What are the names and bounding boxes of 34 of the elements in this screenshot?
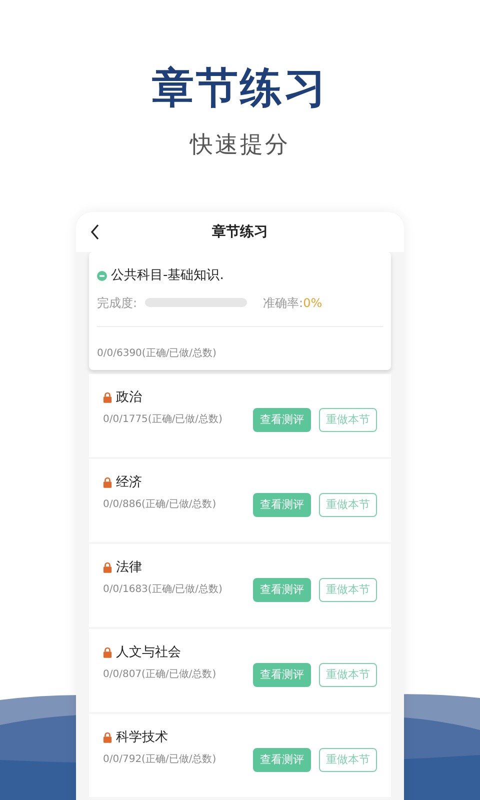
accuracy-label: 准确率:: [263, 294, 304, 312]
screen-title: 章节练习: [212, 222, 268, 242]
subtitle: 快速提分: [188, 131, 291, 160]
section-row[interactable]: 经济 0/0/886(正确/已做/总数) 查看测评 重做本节: [89, 459, 391, 542]
back-icon[interactable]: [90, 224, 100, 240]
view-results-button[interactable]: 查看测评: [253, 662, 311, 686]
accuracy-value: 0%: [303, 294, 322, 312]
section-name: 人文与社会: [116, 644, 181, 662]
view-results-button[interactable]: 查看测评: [253, 748, 311, 772]
section-name: 政治: [116, 389, 142, 407]
section-name: 经济: [116, 474, 142, 492]
headline: 章节练习: [151, 62, 329, 114]
section-row[interactable]: 科学技术 0/0/792(正确/已做/总数) 查看测评 重做本节: [89, 714, 391, 797]
view-results-button[interactable]: 查看测评: [253, 492, 311, 516]
redo-button[interactable]: 重做本节: [319, 408, 377, 432]
view-results-button[interactable]: 查看测评: [253, 578, 311, 602]
section-row[interactable]: 政治 0/0/1775(正确/已做/总数) 查看测评 重做本节: [89, 374, 391, 457]
redo-button[interactable]: 重做本节: [319, 492, 377, 516]
section-name: 法律: [116, 559, 142, 577]
section-stats: 0/0/807(正确/已做/总数): [103, 668, 216, 682]
section-stats: 0/0/792(正确/已做/总数): [103, 752, 216, 767]
summary-stats: 0/0/6390(正确/已做/总数): [97, 348, 216, 358]
section-stats: 0/0/1775(正确/已做/总数): [103, 412, 222, 427]
redo-button[interactable]: 重做本节: [319, 578, 377, 602]
section-row[interactable]: 人文与社会 0/0/807(正确/已做/总数) 查看测评 重做本节: [89, 629, 391, 712]
redo-button[interactable]: 重做本节: [319, 662, 377, 686]
section-stats: 0/0/886(正确/已做/总数): [103, 498, 216, 512]
summary-title: 公共科目-基础知识.: [111, 267, 224, 285]
redo-button[interactable]: 重做本节: [319, 748, 377, 772]
section-stats: 0/0/1683(正确/已做/总数): [103, 582, 222, 597]
progress-label: 完成度:: [97, 294, 138, 312]
section-row[interactable]: 法律 0/0/1683(正确/已做/总数) 查看测评 重做本节: [89, 544, 391, 627]
section-name: 科学技术: [116, 729, 168, 747]
view-results-button[interactable]: 查看测评: [253, 408, 311, 432]
